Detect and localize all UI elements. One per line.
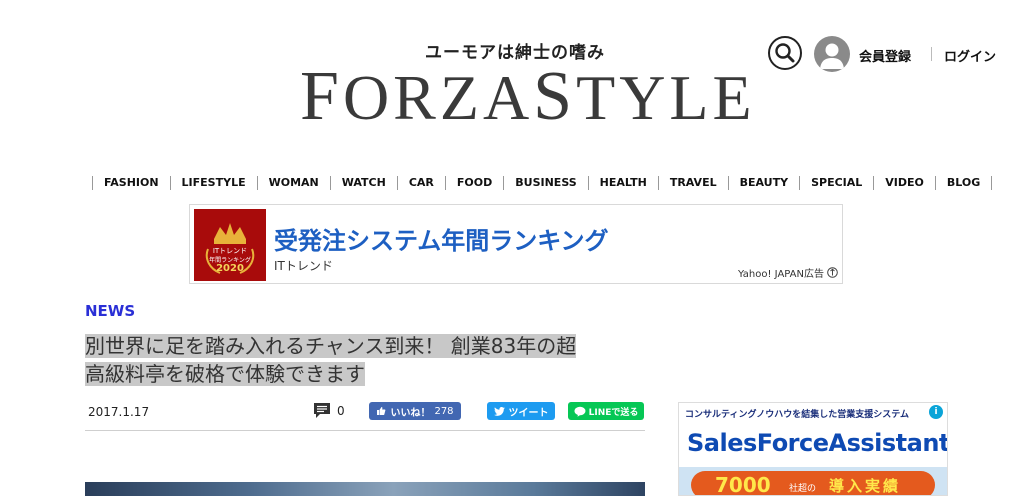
ad-badge-year: 2020 <box>216 263 244 274</box>
ad-title[interactable]: 受発注システム年間ランキング <box>274 221 609 256</box>
article-divider <box>85 430 645 431</box>
comment-link[interactable]: 0 <box>313 402 345 419</box>
nav-item-special[interactable]: SPECIAL <box>799 176 873 190</box>
search-icon <box>775 43 795 63</box>
twitter-bird-icon <box>493 406 505 416</box>
login-link[interactable]: ログイン <box>944 46 996 65</box>
article-title-line2: 高級料亭を破格で体験できます <box>85 362 365 386</box>
logo-letter-s: S <box>533 58 577 135</box>
article-title: 別世界に足を踏み入れるチャンス到来！ 創業83年の超 高級料亭を破格で体験できま… <box>85 332 645 388</box>
sidebar-ad-brand: SalesForceAssistant <box>687 429 948 457</box>
nav-item-woman[interactable]: WOMAN <box>256 176 330 190</box>
sidebar-ad[interactable]: コンサルティングノウハウを結集した営業支援システム i SalesForceAs… <box>678 402 948 496</box>
facebook-like-label: いいね！ <box>390 407 431 419</box>
nav-item-blog[interactable]: BLOG <box>934 176 993 190</box>
register-link[interactable]: 会員登録 <box>859 46 911 65</box>
logo-text-tyle: TYLE <box>576 62 756 133</box>
search-button[interactable] <box>768 36 802 70</box>
article-title-line1: 別世界に足を踏み入れるチャンス到来！ 創業83年の超 <box>85 334 577 358</box>
line-share-button[interactable]: LINEで送る <box>568 402 644 420</box>
ad-banner[interactable]: ITトレンド 年間ランキング 2020 受発注システム年間ランキング ITトレン… <box>189 204 843 284</box>
nav-item-business[interactable]: BUSINESS <box>503 176 587 190</box>
nav-item-beauty[interactable]: BEAUTY <box>727 176 799 190</box>
ad-ranking-badge: ITトレンド 年間ランキング 2020 <box>194 209 266 281</box>
article-hero-image <box>85 482 645 496</box>
comment-count: 0 <box>337 403 345 418</box>
header-separator <box>931 47 932 61</box>
nav-item-travel[interactable]: TRAVEL <box>657 176 728 190</box>
nav-item-food[interactable]: FOOD <box>444 176 503 190</box>
article-date: 2017.1.17 <box>88 405 150 419</box>
logo-text-orza: ORZA <box>342 62 534 133</box>
nav-item-watch[interactable]: WATCH <box>329 176 397 190</box>
tweet-label: ツイート <box>508 407 549 419</box>
sidebar-ad-count-unit: 社超の <box>789 484 817 494</box>
nav-item-lifestyle[interactable]: LIFESTYLE <box>169 176 257 190</box>
main-nav: FASHION LIFESTYLE WOMAN WATCH CAR FOOD B… <box>92 172 993 194</box>
adchoices-icon[interactable]: i <box>929 405 943 419</box>
user-avatar[interactable] <box>814 36 850 72</box>
sidebar-ad-count-label: 導入実績 <box>829 477 902 495</box>
line-share-label: LINEで送る <box>588 407 639 418</box>
line-chat-icon <box>574 406 586 417</box>
sidebar-ad-tagline: コンサルティングノウハウを結集した営業支援システム <box>685 410 910 420</box>
site-tagline: ユーモアは紳士の嗜み <box>425 43 605 63</box>
ad-credit-label: Yahoo! JAPAN広告 <box>738 269 824 280</box>
ad-info-icon <box>827 267 838 278</box>
thumbs-up-icon <box>377 407 386 415</box>
comment-icon <box>314 403 330 418</box>
ad-subtitle: ITトレンド <box>274 259 333 273</box>
ad-credit[interactable]: Yahoo! JAPAN広告 <box>738 265 838 280</box>
nav-item-health[interactable]: HEALTH <box>587 176 658 190</box>
nav-item-fashion[interactable]: FASHION <box>92 176 170 190</box>
nav-item-video[interactable]: VIDEO <box>873 176 935 190</box>
facebook-like-button[interactable]: いいね！ 278 <box>369 402 461 420</box>
facebook-like-count: 278 <box>434 405 454 417</box>
logo-letter-f: F <box>300 58 343 135</box>
article-category[interactable]: NEWS <box>85 302 135 320</box>
nav-item-car[interactable]: CAR <box>396 176 445 190</box>
tweet-button[interactable]: ツイート <box>487 402 555 420</box>
sidebar-ad-count: 7000 <box>715 473 771 496</box>
site-logo[interactable]: FORZASTYLE <box>300 62 752 133</box>
user-icon <box>820 43 844 69</box>
